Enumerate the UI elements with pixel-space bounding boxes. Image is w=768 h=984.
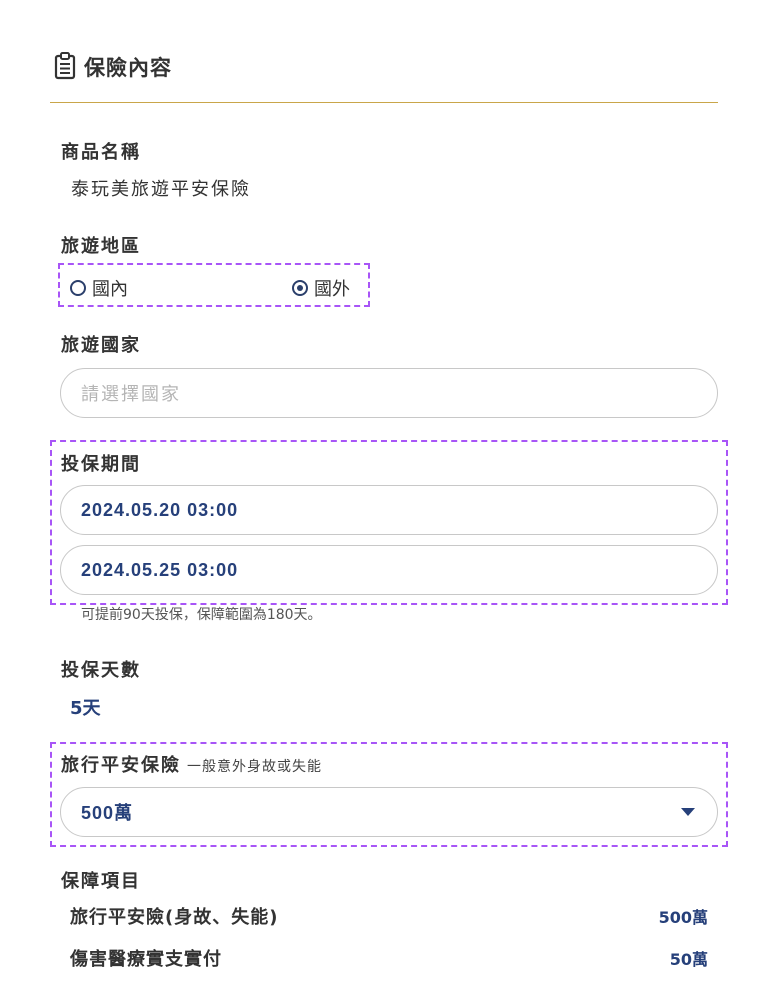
- coverage-item-name: 旅行平安險(身故、失能): [70, 907, 279, 928]
- region-label: 旅遊地區: [61, 236, 141, 257]
- caret-down-icon: [681, 808, 695, 816]
- coverage-item-amount: 500萬: [658, 908, 708, 927]
- region-radio-group: 國內 國外: [58, 263, 370, 307]
- coverage-row: 傷害醫療實支實付 50萬: [70, 945, 708, 971]
- product-value: 泰玩美旅遊平安保險: [71, 179, 251, 200]
- period-end-input[interactable]: 2024.05.25 03:00: [60, 545, 718, 595]
- region-option-domestic[interactable]: 國內: [70, 275, 128, 301]
- travel-insurance-label: 旅行平安保險: [61, 755, 181, 776]
- insurance-amount-value: 500萬: [81, 803, 134, 823]
- radio-checked-icon: [292, 280, 308, 296]
- country-label: 旅遊國家: [61, 335, 141, 356]
- travel-insurance-sublabel: 一般意外身故或失能: [187, 759, 322, 775]
- travel-insurance-header: 旅行平安保險 一般意外身故或失能: [61, 751, 322, 777]
- period-note: 可提前90天投保，保障範圍為180天。: [81, 607, 322, 623]
- clipboard-icon: [54, 52, 76, 80]
- coverage-item-name: 傷害醫療實支實付: [70, 949, 222, 970]
- coverage-item-amount: 50萬: [669, 950, 708, 969]
- product-label: 商品名稱: [61, 142, 141, 163]
- coverage-label: 保障項目: [61, 871, 141, 892]
- region-option-label: 國外: [314, 279, 350, 300]
- insurance-amount-select[interactable]: 500萬: [60, 787, 718, 837]
- section-title: 保險內容: [84, 56, 172, 80]
- country-select[interactable]: 請選擇國家: [60, 368, 718, 418]
- days-label: 投保天數: [61, 660, 141, 681]
- days-value: 5天: [70, 698, 101, 719]
- radio-unchecked-icon: [70, 280, 86, 296]
- period-label: 投保期間: [61, 454, 141, 475]
- region-option-overseas[interactable]: 國外: [292, 275, 350, 301]
- region-option-label: 國內: [92, 279, 128, 300]
- section-divider: [50, 102, 718, 103]
- coverage-row: 旅行平安險(身故、失能) 500萬: [70, 903, 708, 929]
- period-start-input[interactable]: 2024.05.20 03:00: [60, 485, 718, 535]
